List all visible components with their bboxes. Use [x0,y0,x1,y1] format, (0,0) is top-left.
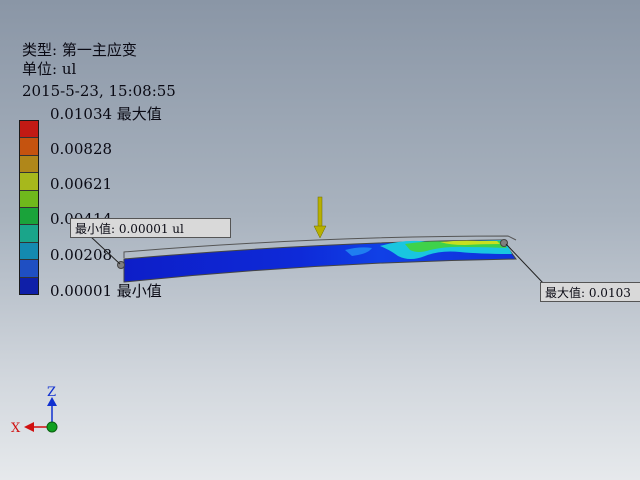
max-value-callout: 最大值: 0.0103 [540,282,640,302]
triad-origin-icon [46,421,58,433]
load-arrow[interactable] [313,196,327,239]
x-axis-label: X [11,421,21,436]
min-value-callout: 最小值: 0.00001 ul [70,218,231,238]
axis-triad[interactable]: Z X [11,385,58,436]
max-marker [500,239,508,247]
z-axis-label: Z [47,385,56,400]
x-axis-arrow-icon [24,422,34,432]
max-leader-line [505,243,545,285]
model-viewport[interactable]: Z X [0,0,640,480]
min-leader-line [89,235,121,265]
